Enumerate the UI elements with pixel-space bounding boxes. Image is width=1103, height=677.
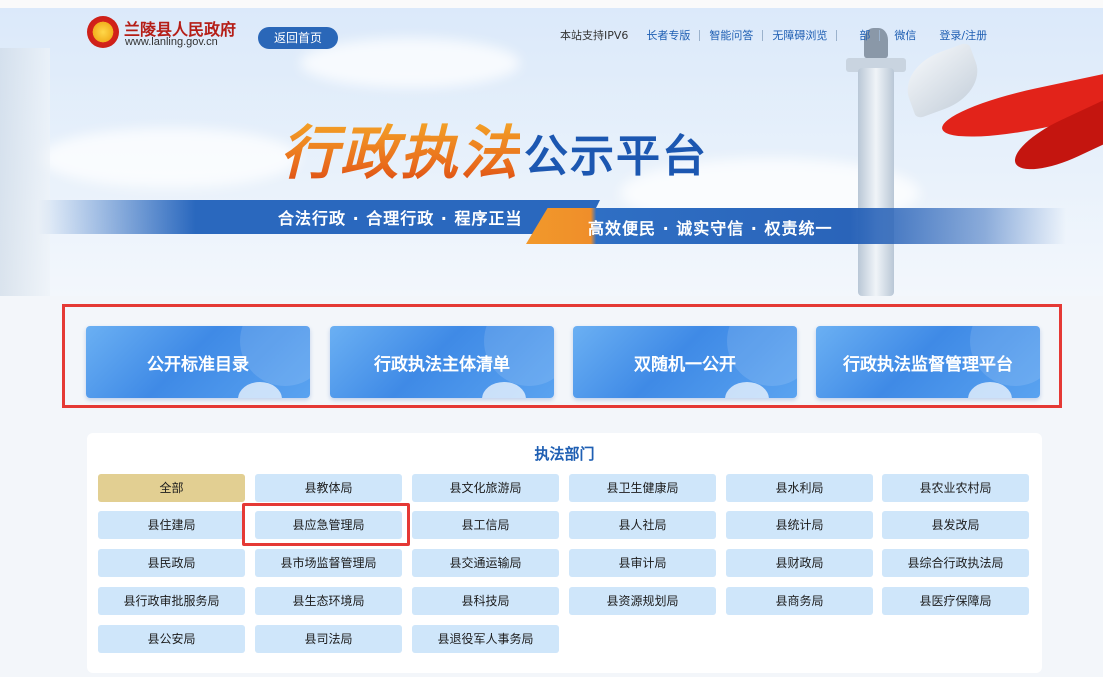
tile-label: 双随机一公开: [634, 354, 736, 375]
department-button[interactable]: 县财政局: [726, 549, 873, 577]
department-button[interactable]: 县发改局: [882, 511, 1029, 539]
tile-label: 行政执法主体清单: [374, 354, 510, 375]
top-links: 本站支持IPV6 长者专版 智能问答 无障碍浏览 部 微信 登录/注册: [560, 27, 996, 43]
red-ribbon-decoration: [900, 67, 1103, 182]
elder-edition-link[interactable]: 长者专版: [637, 27, 699, 43]
hero-banner: 行政执法 公示平台: [0, 8, 1103, 296]
department-button[interactable]: 县住建局: [98, 511, 245, 539]
department-button[interactable]: 县公安局: [98, 625, 245, 653]
slogan-right-text: 高效便民 · 诚实守信 · 权责统一: [588, 219, 833, 238]
department-button[interactable]: 县生态环境局: [255, 587, 402, 615]
department-button[interactable]: 县交通运输局: [412, 549, 559, 577]
department-button[interactable]: 县综合行政执法局: [882, 549, 1029, 577]
department-button[interactable]: 县司法局: [255, 625, 402, 653]
department-button[interactable]: 县行政审批服务局: [98, 587, 245, 615]
tile-label: 公开标准目录: [147, 354, 249, 375]
huabiao-pillar-decoration: [846, 28, 906, 296]
department-button[interactable]: 县教体局: [255, 474, 402, 502]
department-button[interactable]: 县审计局: [569, 549, 716, 577]
department-button[interactable]: 县水利局: [726, 474, 873, 502]
department-button[interactable]: 县退役军人事务局: [412, 625, 559, 653]
departments-title: 执法部门: [534, 445, 595, 463]
department-button[interactable]: 县统计局: [726, 511, 873, 539]
slogan-left-text: 合法行政 · 合理行政 · 程序正当: [278, 209, 523, 228]
slogan-band-left: 合法行政 · 合理行政 · 程序正当: [38, 200, 600, 234]
login-register-link[interactable]: 登录/注册: [930, 27, 996, 43]
department-button[interactable]: 县卫生健康局: [569, 474, 716, 502]
home-button[interactable]: 返回首页: [258, 27, 338, 49]
department-button[interactable]: 县民政局: [98, 549, 245, 577]
tile-standard-catalog[interactable]: 公开标准目录: [86, 326, 310, 398]
national-emblem-icon[interactable]: [87, 16, 119, 48]
department-button[interactable]: 县人社局: [569, 511, 716, 539]
tile-double-random[interactable]: 双随机一公开: [573, 326, 797, 398]
tile-label: 行政执法监督管理平台: [843, 354, 1013, 375]
tile-supervision-platform[interactable]: 行政执法监督管理平台: [816, 326, 1040, 398]
department-button[interactable]: 县商务局: [726, 587, 873, 615]
platform-title-plain: 公示平台: [524, 131, 709, 182]
smart-qa-link[interactable]: 智能问答: [700, 27, 762, 43]
platform-title-brush: 行政执法: [280, 106, 520, 190]
accessible-browse-link[interactable]: 无障碍浏览: [763, 27, 836, 43]
platform-title: 行政执法 公示平台: [280, 100, 708, 190]
department-button[interactable]: 县文化旅游局: [412, 474, 559, 502]
slogan-band-right: 高效便民 · 诚实守信 · 权责统一: [526, 208, 1066, 244]
department-button[interactable]: 县市场监督管理局: [255, 549, 402, 577]
cloud-decoration: [40, 128, 300, 188]
department-button[interactable]: 县医疗保障局: [882, 587, 1029, 615]
department-button[interactable]: 县资源规划局: [569, 587, 716, 615]
department-button[interactable]: 全部: [98, 474, 245, 502]
wechat-link[interactable]: 微信: [880, 27, 930, 43]
ipv6-notice: 本站支持IPV6: [560, 29, 629, 42]
department-highlight-frame: [242, 503, 410, 546]
department-button[interactable]: 县科技局: [412, 587, 559, 615]
left-pillar-decoration: [0, 48, 50, 296]
department-button[interactable]: 县工信局: [412, 511, 559, 539]
site-url: www.lanling.gov.cn: [125, 36, 218, 48]
mail-link[interactable]: 部: [837, 27, 879, 43]
tile-enforcement-subjects[interactable]: 行政执法主体清单: [330, 326, 554, 398]
department-button[interactable]: 县农业农村局: [882, 474, 1029, 502]
